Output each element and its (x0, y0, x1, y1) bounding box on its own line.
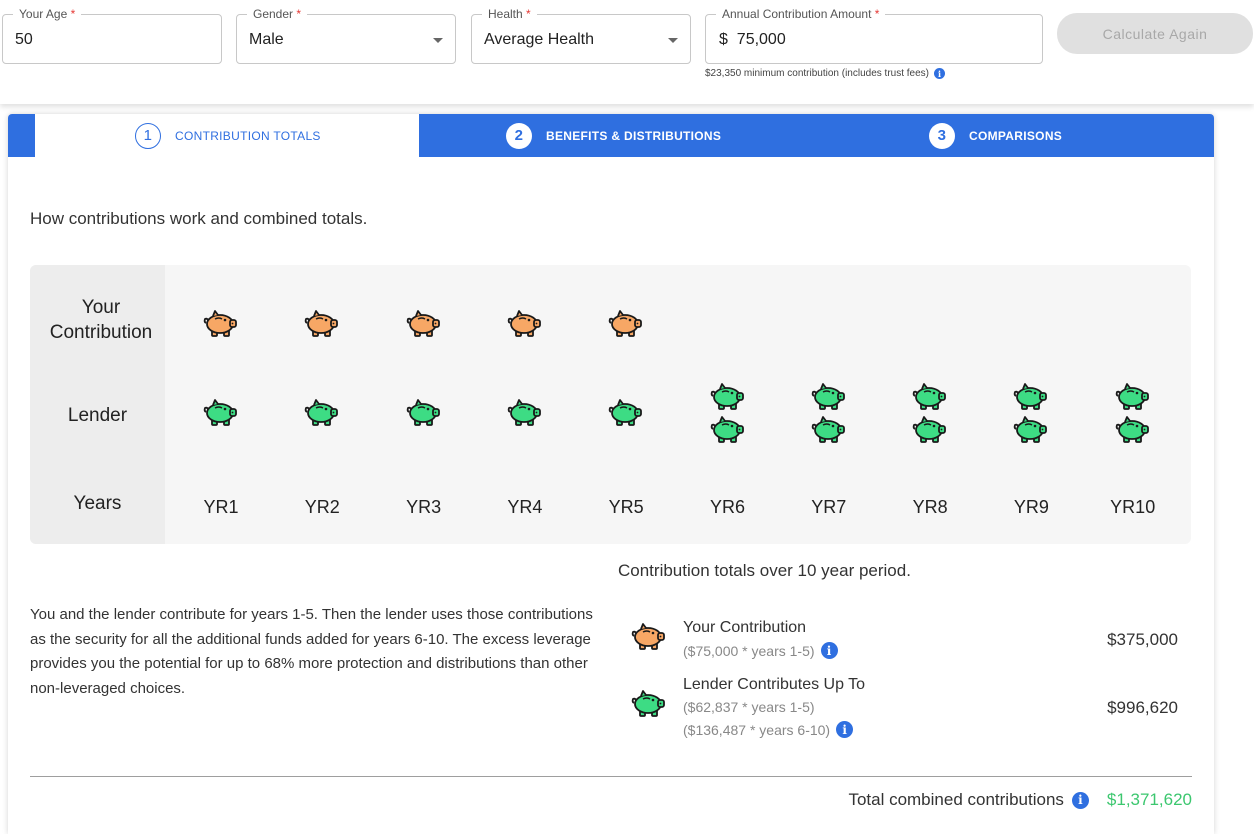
age-label: Your Age * (13, 7, 82, 21)
calculate-again-button[interactable]: Calculate Again (1057, 13, 1253, 54)
contribution-grid: Your Contribution Lender Years YR1 YR2 YR3… (30, 265, 1191, 544)
year-label: YR7 (811, 497, 847, 517)
row-label-your-contribution: Your Contribution (49, 297, 153, 343)
totals-title: Contribution totals over 10 year period. (618, 561, 911, 580)
piggy-bank-icon (811, 415, 847, 445)
piggy-bank-icon (912, 415, 948, 445)
health-label: Health * (482, 7, 537, 21)
health-value: Average Health (484, 31, 594, 48)
piggy-bank-icon (304, 398, 340, 428)
piggy-bank-icon (203, 309, 239, 339)
year-label: YR4 (507, 497, 543, 517)
piggy-bank-icon (304, 309, 340, 339)
tab-label: CONTRIBUTION TOTALS (175, 128, 321, 143)
row-label-lender: Lender (67, 405, 128, 426)
section-intro: How contributions work and combined tota… (30, 209, 368, 228)
your-contribution-amount: $375,000 (1107, 630, 1178, 649)
piggy-bank-icon (406, 309, 442, 339)
chevron-down-icon[interactable] (433, 38, 443, 43)
piggy-bank-icon (1115, 415, 1151, 445)
step-number: 3 (929, 122, 955, 149)
your-contribution-label: Your Contribution (683, 619, 807, 636)
your-contribution-formula: ($75,000 * years 1-5) i (683, 642, 838, 659)
divider (30, 776, 1192, 777)
gender-label: Gender * (247, 7, 308, 21)
info-icon[interactable]: i (820, 642, 838, 659)
lender-formula-years-1-5: ($62,837 * years 1-5) (683, 699, 815, 715)
lender-contribution-amount: $996,620 (1107, 698, 1178, 717)
tab-label: COMPARISONS (969, 128, 1063, 143)
total-combined-amount: $1,371,620 (1106, 790, 1192, 809)
contribution-amount-field[interactable]: Annual Contribution Amount * $ 75,000 (705, 7, 1043, 64)
piggy-bank-icon (203, 398, 239, 428)
piggy-bank-icon (710, 382, 746, 412)
total-combined-label: Total combined contributions (848, 790, 1064, 809)
info-icon[interactable]: i (836, 721, 854, 738)
piggy-bank-icon (631, 689, 667, 719)
piggy-bank-icon (507, 309, 543, 339)
chevron-down-icon[interactable] (668, 38, 678, 43)
year-label: YR3 (406, 497, 442, 517)
step-number: 1 (135, 122, 161, 149)
piggy-bank-icon (507, 398, 543, 428)
year-label: YR10 (1110, 497, 1156, 517)
minimum-contribution-hint: $23,350 minimum contribution (includes t… (705, 68, 945, 79)
gender-select[interactable]: Gender * Male (236, 7, 456, 64)
year-label: YR5 (608, 497, 644, 517)
year-label: YR8 (912, 497, 948, 517)
year-label: YR1 (203, 497, 239, 517)
step-tabs: 1 CONTRIBUTION TOTALS 2 BENEFITS & DISTR… (8, 114, 1214, 157)
contribution-amount-value: $ 75,000 (719, 31, 786, 48)
piggy-bank-icon (811, 382, 847, 412)
piggy-bank-icon (1013, 415, 1049, 445)
piggy-bank-icon (710, 415, 746, 445)
contribution-amount-label: Annual Contribution Amount * (716, 7, 886, 21)
tab-comparisons[interactable]: 3 COMPARISONS (929, 114, 1062, 157)
calculator-form: Your Age * 50 Gender * Male Health * Ave… (0, 0, 1254, 104)
piggy-bank-icon (406, 398, 442, 428)
piggy-bank-icon (912, 382, 948, 412)
age-value: 50 (15, 31, 33, 48)
piggy-bank-icon (608, 398, 644, 428)
lender-formula-years-6-10: ($136,487 * years 6-10) i (683, 721, 854, 738)
tab-label: BENEFITS & DISTRIBUTIONS (546, 128, 722, 143)
info-icon[interactable]: i (934, 68, 945, 79)
year-label: YR9 (1013, 497, 1049, 517)
age-field[interactable]: Your Age * 50 (2, 7, 222, 64)
health-select[interactable]: Health * Average Health (471, 7, 691, 64)
gender-value: Male (249, 31, 284, 48)
tab-benefits-distributions[interactable]: 2 BENEFITS & DISTRIBUTIONS (506, 114, 721, 157)
lender-contribution-label: Lender Contributes Up To (683, 676, 866, 693)
total-combined-row: Total combined contributions i $1,371,62… (848, 790, 1192, 810)
step-number: 2 (506, 122, 532, 149)
row-label-years: Years (73, 493, 122, 514)
results-card: 1 CONTRIBUTION TOTALS 2 BENEFITS & DISTR… (8, 114, 1214, 834)
piggy-bank-icon (608, 309, 644, 339)
piggy-bank-icon (1013, 382, 1049, 412)
piggy-bank-icon (1115, 382, 1151, 412)
leverage-description: You and the lender contribute for years … (30, 606, 593, 697)
year-label: YR6 (709, 497, 745, 517)
info-icon[interactable]: i (1071, 791, 1089, 809)
piggy-bank-icon (631, 622, 667, 652)
tab-contribution-totals[interactable]: 1 CONTRIBUTION TOTALS (35, 114, 419, 157)
year-label: YR2 (304, 497, 340, 517)
